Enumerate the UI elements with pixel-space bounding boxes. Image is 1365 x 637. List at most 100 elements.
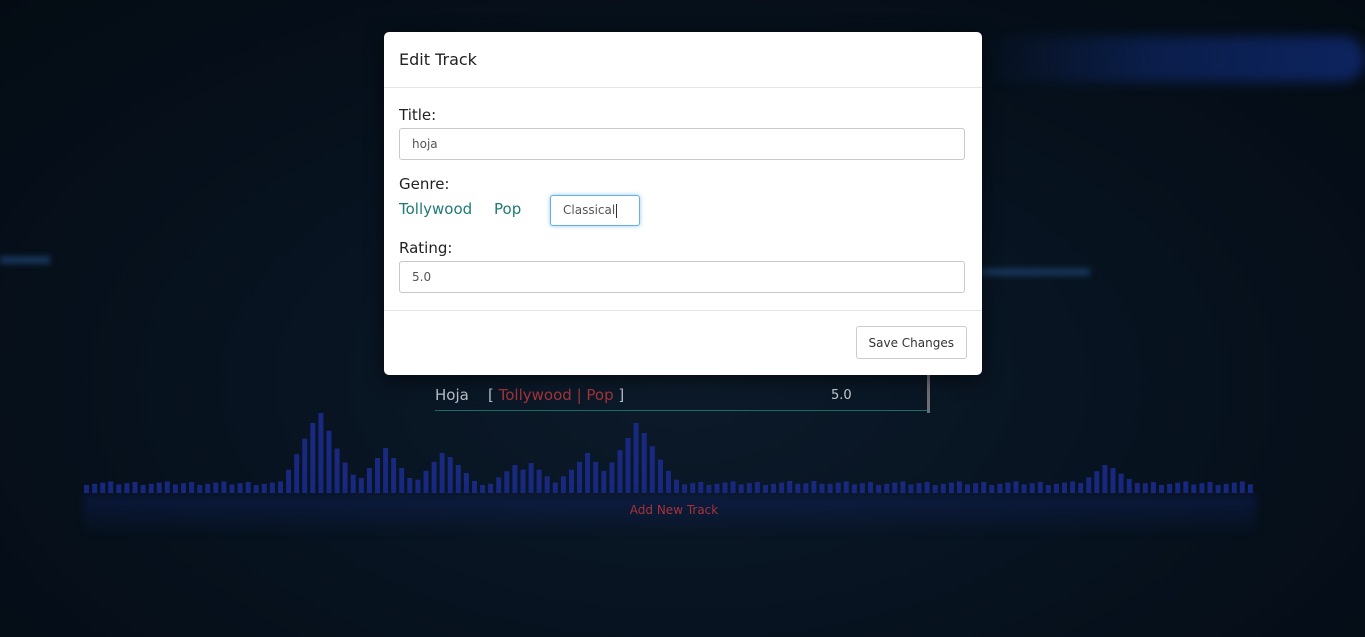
waveform-bar	[391, 458, 397, 493]
waveform-bar	[132, 482, 138, 493]
waveform-bar	[431, 461, 437, 493]
waveform-bar	[997, 483, 1003, 493]
waveform-bar	[803, 483, 809, 493]
title-label: Title:	[399, 106, 437, 124]
waveform-bar	[172, 484, 178, 493]
waveform-bar	[278, 481, 283, 493]
waveform-bar	[593, 461, 599, 493]
waveform-bar	[423, 470, 429, 493]
waveform-bar	[480, 485, 486, 493]
background-glow	[0, 256, 50, 264]
waveform-bar	[334, 448, 340, 493]
waveform-bar	[1045, 485, 1051, 493]
waveform-bar	[100, 482, 106, 493]
waveform-bar	[771, 483, 776, 493]
waveform-bar	[472, 481, 477, 493]
waveform-bar	[811, 481, 817, 493]
waveform-bar	[205, 483, 211, 493]
waveform-bar	[197, 485, 203, 493]
waveform-bar	[342, 462, 348, 493]
waveform-bar	[1005, 482, 1011, 493]
waveform-bar	[868, 482, 873, 493]
waveform-bar	[221, 481, 227, 493]
waveform-bar	[657, 459, 663, 493]
waveform-bar	[981, 482, 987, 493]
track-row[interactable]: Hoja [ Tollywood | Pop ] 5.0	[435, 375, 930, 413]
waveform-bar	[1118, 473, 1124, 493]
waveform-bar	[318, 413, 324, 493]
waveform-bar	[294, 454, 300, 493]
waveform-bar	[108, 481, 114, 493]
waveform-bar	[302, 438, 308, 493]
waveform-bar	[754, 482, 760, 493]
waveform-bar	[164, 481, 170, 493]
waveform-bar	[1142, 483, 1148, 493]
waveform-bar	[1062, 482, 1067, 493]
waveform-bar	[156, 482, 162, 493]
track-genres: [ Tollywood | Pop ]	[488, 386, 624, 404]
waveform-bar	[1102, 465, 1108, 493]
waveform-bar	[973, 483, 979, 493]
waveform-bar	[787, 481, 793, 493]
waveform-bar	[1175, 482, 1181, 493]
waveform-bar	[625, 438, 631, 493]
waveform-bar	[213, 482, 219, 493]
waveform-bar	[447, 457, 453, 493]
bracket-open: [	[488, 386, 494, 404]
genre-link-pop[interactable]: Pop	[494, 200, 521, 218]
waveform-bar	[722, 482, 728, 493]
waveform-bar	[1126, 479, 1132, 493]
genre-label: Genre:	[399, 175, 450, 193]
add-new-track-link[interactable]: Add New Track	[0, 503, 1348, 517]
waveform-bar	[350, 474, 356, 493]
genre-tag: Tollywood	[498, 386, 572, 404]
waveform-bar	[560, 476, 566, 493]
waveform-bar	[92, 483, 98, 493]
waveform-bar	[1013, 481, 1019, 493]
waveform-bar	[1231, 482, 1237, 493]
waveform-bar	[375, 458, 380, 493]
waveform-bar	[940, 483, 946, 493]
waveform-bar	[1094, 471, 1100, 493]
save-changes-button[interactable]: Save Changes	[855, 326, 967, 359]
waveform-bar	[577, 461, 582, 493]
waveform-bar	[439, 453, 445, 493]
waveform-bar	[827, 483, 833, 493]
waveform-bar	[504, 471, 510, 493]
waveform-bar	[544, 476, 550, 493]
genre-link-tollywood[interactable]: Tollywood	[399, 200, 472, 218]
scrollbar[interactable]	[927, 375, 930, 413]
waveform-bar	[488, 483, 494, 493]
waveform-bar	[1134, 483, 1140, 493]
waveform-bar	[229, 484, 235, 493]
waveform-bar	[892, 482, 898, 493]
waveform-bar	[148, 483, 154, 493]
background-glow	[980, 36, 1365, 82]
modal-header: Edit Track	[384, 32, 982, 88]
waveform-bar	[84, 485, 89, 493]
waveform-bar	[851, 484, 857, 493]
waveform-bar	[666, 470, 671, 493]
waveform-bar	[956, 481, 962, 493]
waveform-bar	[1191, 484, 1197, 493]
waveform-bar	[859, 483, 865, 493]
modal-body: Title: hoja Genre: Tollywood Pop Classic…	[384, 88, 982, 311]
background-glow	[980, 268, 1090, 276]
rating-input[interactable]: 5.0	[399, 261, 965, 293]
genre-input[interactable]: Classical	[550, 195, 640, 226]
waveform-bar	[399, 468, 405, 493]
genre-tag: Pop	[586, 386, 614, 404]
waveform-bar	[1223, 483, 1229, 493]
waveform-bar	[900, 481, 906, 493]
waveform-bar	[1037, 482, 1043, 493]
waveform-bar	[326, 430, 332, 493]
waveform-bar	[641, 433, 647, 493]
waveform-bar	[189, 482, 195, 493]
waveform-bar	[1078, 483, 1084, 493]
waveform-bar	[1199, 483, 1205, 493]
track-rating: 5.0	[831, 388, 852, 403]
waveform-bar	[932, 485, 938, 493]
waveform-bar	[682, 484, 688, 493]
title-input[interactable]: hoja	[399, 128, 965, 160]
row-divider	[435, 410, 927, 411]
